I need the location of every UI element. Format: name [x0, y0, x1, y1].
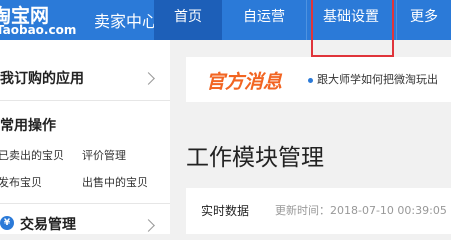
sidebar-divider — [0, 203, 170, 204]
nav-divider — [396, 0, 397, 40]
nav-more[interactable]: 更多 — [410, 0, 451, 40]
sidebar-item-trade-management[interactable]: 交易管理 — [20, 214, 76, 234]
sidebar-divider — [0, 100, 170, 101]
nav-home[interactable]: 首页 — [154, 0, 222, 40]
link-items-on-sale[interactable]: 出售中的宝贝 — [82, 174, 148, 190]
realtime-data-panel: 实时数据 更新时间：2018-07-10 00:39:05 — [186, 188, 451, 234]
bullet-dot-icon — [308, 78, 313, 83]
taobao-logo[interactable]: 淘宝网 Taobao.com — [0, 0, 100, 40]
update-time: 更新时间：2018-07-10 00:39:05 — [275, 204, 447, 217]
official-notice-panel: 官方消息 跟大师学如何把微淘玩出 — [186, 57, 451, 102]
notice-title: 官方消息 — [206, 71, 283, 93]
nav-self-operated[interactable]: 自运营 — [222, 0, 306, 40]
link-review-management[interactable]: 评价管理 — [82, 147, 126, 163]
link-publish-item[interactable]: 发布宝贝 — [0, 174, 42, 190]
logo-sub-text: Taobao.com — [0, 23, 77, 37]
link-sold-items[interactable]: 已卖出的宝贝 — [0, 147, 64, 163]
highlight-annotation-box — [311, 0, 394, 57]
app-title[interactable]: 卖家中心 — [94, 8, 158, 32]
sidebar-heading-common-ops: 常用操作 — [0, 118, 56, 134]
notice-link[interactable]: 跟大师学如何把微淘玩出 — [317, 71, 438, 87]
sidebar-item-subscribed-apps[interactable]: 我订购的应用 — [0, 68, 84, 88]
realtime-data-label: 实时数据 — [201, 204, 250, 218]
page-title: 工作模块管理 — [186, 145, 324, 171]
trade-icon: ¥ — [0, 216, 14, 230]
